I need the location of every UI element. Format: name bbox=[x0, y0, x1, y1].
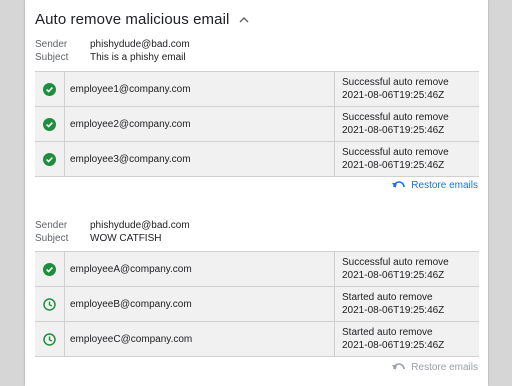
email-meta-2: Sender phishydude@bad.com Subject WOW CA… bbox=[35, 219, 190, 245]
restore-icon bbox=[392, 180, 406, 188]
restore-emails-button-2[interactable]: Restore emails bbox=[392, 362, 478, 373]
clock-icon bbox=[35, 287, 65, 321]
card-header: Auto remove malicious email bbox=[35, 9, 250, 29]
status-text: Successful auto remove bbox=[342, 112, 449, 123]
status-timestamp: 2021-08-06T19:25:46Z bbox=[342, 340, 445, 351]
status-cell: Successful auto remove 2021-08-06T19:25:4… bbox=[335, 142, 479, 176]
restore-emails-label: Restore emails bbox=[411, 362, 478, 373]
recipient-email: employee3@company.com bbox=[65, 142, 335, 176]
table-row: employee3@company.com Successful auto rem… bbox=[35, 142, 479, 177]
sender-label: Sender bbox=[35, 39, 68, 50]
table-row: employeeA@company.com Successful auto rem… bbox=[35, 252, 479, 287]
table-row: employee2@company.com Successful auto rem… bbox=[35, 107, 479, 142]
status-cell: Successful auto remove 2021-08-06T19:25:4… bbox=[335, 107, 479, 141]
table-row: employee1@company.com Successful auto rem… bbox=[35, 72, 479, 107]
status-cell: Started auto remove 2021-08-06T19:25:46Z bbox=[335, 287, 479, 321]
status-text: Successful auto remove bbox=[342, 257, 449, 268]
sender-label: Sender bbox=[35, 220, 68, 231]
status-cell: Successful auto remove 2021-08-06T19:25:4… bbox=[335, 252, 479, 286]
recipients-table-2: employeeA@company.com Successful auto rem… bbox=[35, 251, 479, 357]
subject-value: This is a phishy email bbox=[90, 52, 186, 63]
check-circle-icon bbox=[35, 142, 65, 176]
restore-icon bbox=[392, 362, 406, 370]
clock-icon bbox=[35, 322, 65, 356]
status-text: Successful auto remove bbox=[342, 147, 449, 158]
status-timestamp: 2021-08-06T19:25:46Z bbox=[342, 270, 445, 281]
email-meta-1: Sender phishydude@bad.com Subject This i… bbox=[35, 38, 190, 64]
sender-value: phishydude@bad.com bbox=[90, 220, 190, 231]
subject-label: Subject bbox=[35, 52, 69, 63]
recipient-email: employeeB@company.com bbox=[65, 287, 335, 321]
status-timestamp: 2021-08-06T19:25:46Z bbox=[342, 160, 445, 171]
status-text: Started auto remove bbox=[342, 327, 433, 338]
status-cell: Started auto remove 2021-08-06T19:25:46Z bbox=[335, 322, 479, 356]
restore-emails-button-1[interactable]: Restore emails bbox=[392, 180, 478, 191]
status-text: Successful auto remove bbox=[342, 77, 449, 88]
status-timestamp: 2021-08-06T19:25:46Z bbox=[342, 90, 445, 101]
check-circle-icon bbox=[35, 72, 65, 106]
status-timestamp: 2021-08-06T19:25:46Z bbox=[342, 305, 445, 316]
status-cell: Successful auto remove 2021-08-06T19:25:4… bbox=[335, 72, 479, 106]
status-text: Started auto remove bbox=[342, 292, 433, 303]
table-row: employeeC@company.com Started auto remove… bbox=[35, 322, 479, 357]
check-circle-icon bbox=[35, 107, 65, 141]
subject-label: Subject bbox=[35, 233, 69, 244]
chevron-up-icon[interactable] bbox=[238, 13, 250, 25]
status-timestamp: 2021-08-06T19:25:46Z bbox=[342, 125, 445, 136]
auto-remove-card: Auto remove malicious email Sender phish… bbox=[25, 0, 488, 386]
check-circle-icon bbox=[35, 252, 65, 286]
restore-emails-label: Restore emails bbox=[411, 180, 478, 191]
sender-value: phishydude@bad.com bbox=[90, 39, 190, 50]
recipient-email: employee1@company.com bbox=[65, 72, 335, 106]
table-row: employeeB@company.com Started auto remove… bbox=[35, 287, 479, 322]
card-title: Auto remove malicious email bbox=[35, 10, 230, 28]
recipients-table-1: employee1@company.com Successful auto rem… bbox=[35, 71, 479, 177]
recipient-email: employeeC@company.com bbox=[65, 322, 335, 356]
recipient-email: employeeA@company.com bbox=[65, 252, 335, 286]
recipient-email: employee2@company.com bbox=[65, 107, 335, 141]
subject-value: WOW CATFISH bbox=[90, 233, 162, 244]
